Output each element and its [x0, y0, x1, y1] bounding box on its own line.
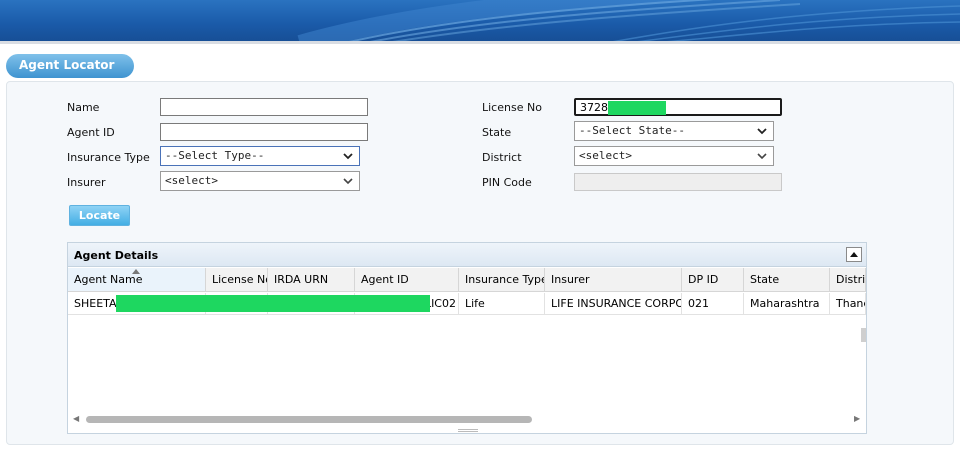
chevron-down-icon [757, 153, 767, 160]
insurance-type-select[interactable]: --Select Type-- [160, 146, 360, 166]
grid-title-bar: Agent Details [68, 243, 866, 267]
collapse-button[interactable] [846, 247, 862, 262]
insurer-selected: <select> [165, 174, 218, 187]
cell-state[interactable]: Maharashtra [744, 293, 830, 315]
column-header-insurance-type[interactable]: Insurance Type [459, 268, 545, 292]
cell-insurer[interactable]: LIFE INSURANCE CORPO [545, 293, 682, 315]
agent-id-input[interactable] [160, 123, 368, 141]
column-header-dp-id[interactable]: DP ID [682, 268, 744, 292]
sort-up-icon [132, 269, 140, 274]
column-header-irda-urn[interactable]: IRDA URN [268, 268, 355, 292]
scroll-left-icon[interactable]: ◀ [73, 414, 79, 423]
collapse-up-icon [850, 252, 858, 257]
header-banner [0, 0, 960, 44]
pin-code-input[interactable] [574, 173, 782, 191]
redaction-block [608, 101, 666, 115]
district-label: District [482, 151, 522, 164]
agent-id-label: Agent ID [67, 126, 115, 139]
cell-district[interactable]: Thane [830, 293, 866, 315]
page-title: Agent Locator [6, 54, 134, 78]
chevron-down-icon [757, 128, 767, 135]
insurer-select[interactable]: <select> [160, 171, 360, 191]
column-header-agent-id[interactable]: Agent ID [355, 268, 459, 292]
column-header-agent-name[interactable]: Agent Name [68, 268, 206, 292]
pin-code-label: PIN Code [482, 176, 532, 189]
state-selected: --Select State-- [579, 124, 685, 137]
license-no-label: License No [482, 101, 542, 114]
agent-details-grid: Agent Details Agent Name License No IRDA… [67, 242, 867, 434]
redaction-block [116, 295, 430, 312]
locate-button[interactable]: Locate [69, 205, 130, 226]
resize-grip[interactable] [458, 429, 478, 432]
grid-title: Agent Details [74, 249, 159, 262]
column-header-license-no[interactable]: License No [206, 268, 268, 292]
chevron-down-icon [343, 153, 353, 160]
insurance-type-label: Insurance Type [67, 151, 150, 164]
license-no-value: 3728 [580, 101, 608, 114]
chevron-down-icon [343, 178, 353, 185]
license-no-input[interactable]: 3728 [574, 98, 782, 116]
horizontal-scrollbar[interactable]: ◀ ▶ [68, 413, 866, 425]
state-label: State [482, 126, 512, 139]
district-select[interactable]: <select> [574, 146, 774, 166]
cell-dp-id[interactable]: 021 [682, 293, 744, 315]
district-selected: <select> [579, 149, 632, 162]
name-input[interactable] [160, 98, 368, 116]
insurer-label: Insurer [67, 176, 106, 189]
insurance-type-selected: --Select Type-- [165, 149, 265, 162]
vertical-scrollbar-thumb[interactable] [861, 328, 866, 342]
column-header-state[interactable]: State [744, 268, 830, 292]
scroll-right-icon[interactable]: ▶ [854, 414, 860, 423]
column-header-insurer[interactable]: Insurer [545, 268, 682, 292]
column-header-district[interactable]: District [830, 268, 866, 292]
cell-insurance-type[interactable]: Life [459, 293, 545, 315]
horizontal-scrollbar-thumb[interactable] [86, 416, 532, 423]
search-panel: Name Agent ID Insurance Type Insurer --S… [6, 81, 954, 445]
name-label: Name [67, 101, 100, 114]
banner-wave-decoration [297, 0, 960, 41]
state-select[interactable]: --Select State-- [574, 121, 774, 141]
